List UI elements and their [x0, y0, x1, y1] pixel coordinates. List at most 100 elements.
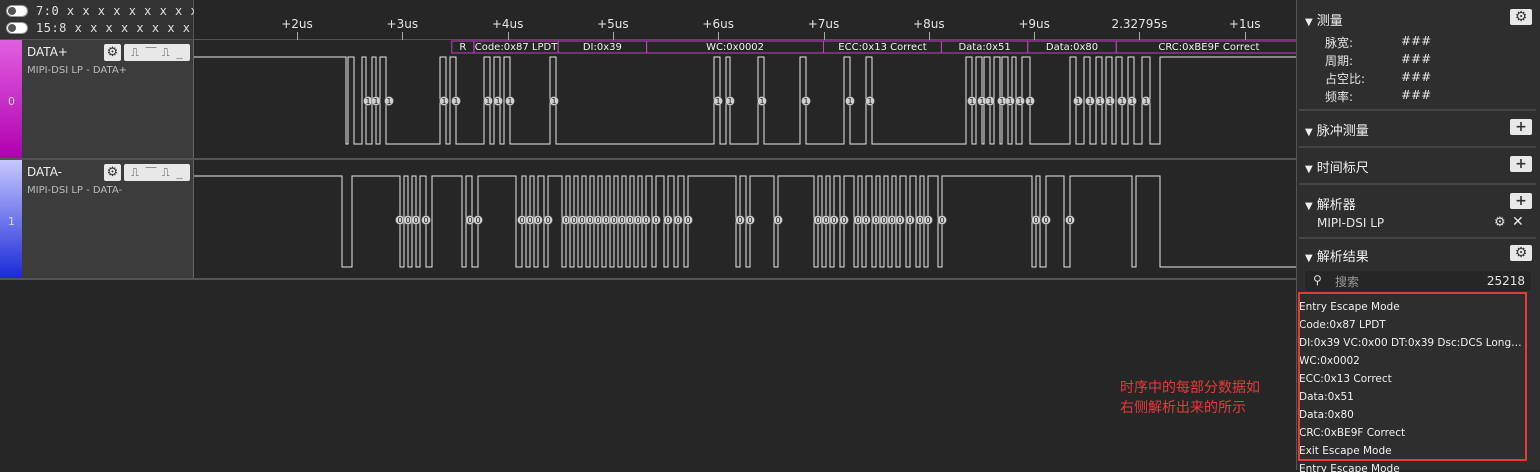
bit-label: 0 — [595, 216, 600, 225]
bit-label: 0 — [579, 216, 584, 225]
time-ruler[interactable]: +2us +3us +4us +5us +6us +7us +8us +9us 2.32795s… — [194, 0, 1296, 40]
bus-toggle-2[interactable] — [6, 22, 28, 34]
add-time-marker-button[interactable]: + — [1510, 156, 1532, 172]
bit-label: 0 — [925, 216, 930, 225]
result-row[interactable]: Entry Escape Mode — [1299, 463, 1524, 472]
bit-label: 0 — [413, 216, 418, 225]
bit-label: 1 — [365, 97, 370, 106]
measure-label-period: 周期: — [1325, 54, 1354, 68]
bit-label: 1 — [386, 97, 391, 106]
channel-name[interactable]: DATA+ — [27, 45, 68, 59]
ruler-tick — [297, 32, 298, 40]
result-count: 25218 — [1486, 274, 1525, 288]
channel-header-data-minus[interactable]: 1 DATA- MIPI-DSI LP - DATA- ⚙ ⎍ ⎺ ⎍ _ — [0, 160, 194, 278]
bit-label: 1 — [847, 97, 852, 106]
search-input[interactable] — [1333, 273, 1467, 291]
decoder-label: Data:0x80 — [1046, 42, 1098, 53]
bit-label: 1 — [485, 97, 490, 106]
highlight-box — [1298, 292, 1527, 461]
measure-value: ### — [1401, 34, 1432, 48]
ruler-label: +1us — [1228, 17, 1261, 31]
bit-label: 0 — [587, 216, 592, 225]
channel-decoder-label: MIPI-DSI LP - DATA+ — [27, 65, 128, 76]
plus-icon: + — [1515, 119, 1527, 135]
decoder-label: R — [459, 42, 466, 53]
bit-label: 0 — [467, 216, 472, 225]
bit-label: 0 — [831, 216, 836, 225]
decoder-label: DI:0x39 — [583, 42, 622, 53]
decoder-label: WC:0x0002 — [706, 42, 764, 53]
bit-label: 0 — [1033, 216, 1038, 225]
bit-label: 1 — [1119, 97, 1124, 106]
analyzer-item-label[interactable]: MIPI-DSI LP — [1317, 216, 1384, 230]
bit-label: 1 — [441, 97, 446, 106]
bit-label: 0 — [815, 216, 820, 225]
ruler-label: +4us — [491, 17, 524, 31]
bit-label: 0 — [627, 216, 632, 225]
close-icon[interactable]: ✕ — [1512, 214, 1524, 230]
bit-label: 0 — [855, 216, 860, 225]
add-analyzer-button[interactable]: + — [1510, 193, 1532, 209]
measure-value: ### — [1401, 70, 1432, 84]
measure-section-header[interactable]: ▼ 测量 — [1305, 10, 1343, 29]
ruler-tick — [1139, 32, 1141, 40]
channel-settings-button[interactable]: ⚙ — [104, 44, 121, 61]
bit-label: 1 — [551, 97, 556, 106]
bit-label: 0 — [519, 216, 524, 225]
gear-icon[interactable]: ⚙ — [1494, 215, 1506, 230]
bit-label: 0 — [635, 216, 640, 225]
ruler-tick — [928, 32, 930, 40]
triangle-down-icon: ▼ — [1305, 164, 1313, 175]
analyzer-section-header[interactable]: ▼ 解析器 — [1305, 194, 1356, 213]
decoder-label: CRC:0xBE9F Correct — [1158, 42, 1259, 53]
bit-label: 0 — [405, 216, 410, 225]
ruler-label: 2.32795s — [1111, 17, 1168, 31]
time-marker-section-header[interactable]: ▼ 时间标尺 — [1305, 157, 1369, 176]
results-search-box[interactable]: ⚲ 25218 — [1305, 271, 1531, 291]
bit-label: 0 — [527, 216, 532, 225]
section-divider — [1299, 109, 1536, 111]
results-section-header[interactable]: ▼ 解析结果 — [1305, 246, 1369, 265]
bit-label: 0 — [619, 216, 624, 225]
channel-settings-button[interactable]: ⚙ — [104, 164, 121, 181]
channel-number: 1 — [8, 215, 15, 228]
ruler-tick — [718, 32, 720, 40]
bit-label: 1 — [759, 97, 764, 106]
bit-label: 0 — [611, 216, 616, 225]
waveform-canvas[interactable]: R Code:0x87 LPDT DI:0x39 WC:0x0002 ECC:0x13 … — [194, 40, 1296, 280]
measure-label-frequency: 频率: — [1325, 90, 1354, 104]
ruler-label: +5us — [597, 17, 629, 31]
measure-settings-button[interactable]: ⚙ — [1510, 9, 1532, 25]
bit-label: 0 — [841, 216, 846, 225]
gear-icon: ⚙ — [1514, 245, 1528, 261]
bit-label: 1 — [1097, 97, 1102, 106]
bus-state-panel: 7:0 x x x x x x x x x 15:8 x x x x x x x… — [0, 0, 205, 40]
bit-label: 0 — [775, 216, 780, 225]
channel-header-data-plus[interactable]: 0 DATA+ MIPI-DSI LP - DATA+ ⚙ ⎍ ⎺ ⎍ _ — [0, 40, 194, 158]
trigger-edge-buttons[interactable]: ⎍ ⎺ ⎍ _ — [124, 44, 190, 61]
annotation-text: 时序中的每部分数据如 右侧解析出来的所示 — [1120, 378, 1260, 418]
ruler-label: +7us — [807, 17, 840, 31]
annotation-line-1: 时序中的每部分数据如 — [1120, 380, 1260, 396]
plus-icon: + — [1515, 156, 1527, 172]
triangle-down-icon: ▼ — [1305, 201, 1313, 212]
decoder-label: Code:0x87 LPDT — [475, 42, 558, 53]
bit-label: 1 — [1087, 97, 1092, 106]
bit-label: 0 — [939, 216, 944, 225]
bit-label: 0 — [545, 216, 550, 225]
bit-label: 1 — [1007, 97, 1012, 106]
bit-label: 1 — [803, 97, 808, 106]
ruler-tick — [402, 32, 404, 40]
pulse-measure-section-header[interactable]: ▼ 脉冲测量 — [1305, 120, 1369, 139]
measure-value: ### — [1401, 88, 1432, 102]
bit-label: 1 — [373, 97, 378, 106]
bit-label: 0 — [917, 216, 922, 225]
channel-name[interactable]: DATA- — [27, 165, 62, 179]
trigger-edge-buttons[interactable]: ⎍ ⎺ ⎍ _ — [124, 164, 190, 181]
ruler-tick — [823, 32, 825, 40]
ruler-tick — [1244, 32, 1246, 40]
bus-toggle-1[interactable] — [6, 5, 28, 17]
channel-decoder-label: MIPI-DSI LP - DATA- — [27, 185, 123, 196]
results-settings-button[interactable]: ⚙ — [1510, 245, 1532, 261]
add-pulse-measure-button[interactable]: + — [1510, 119, 1532, 135]
